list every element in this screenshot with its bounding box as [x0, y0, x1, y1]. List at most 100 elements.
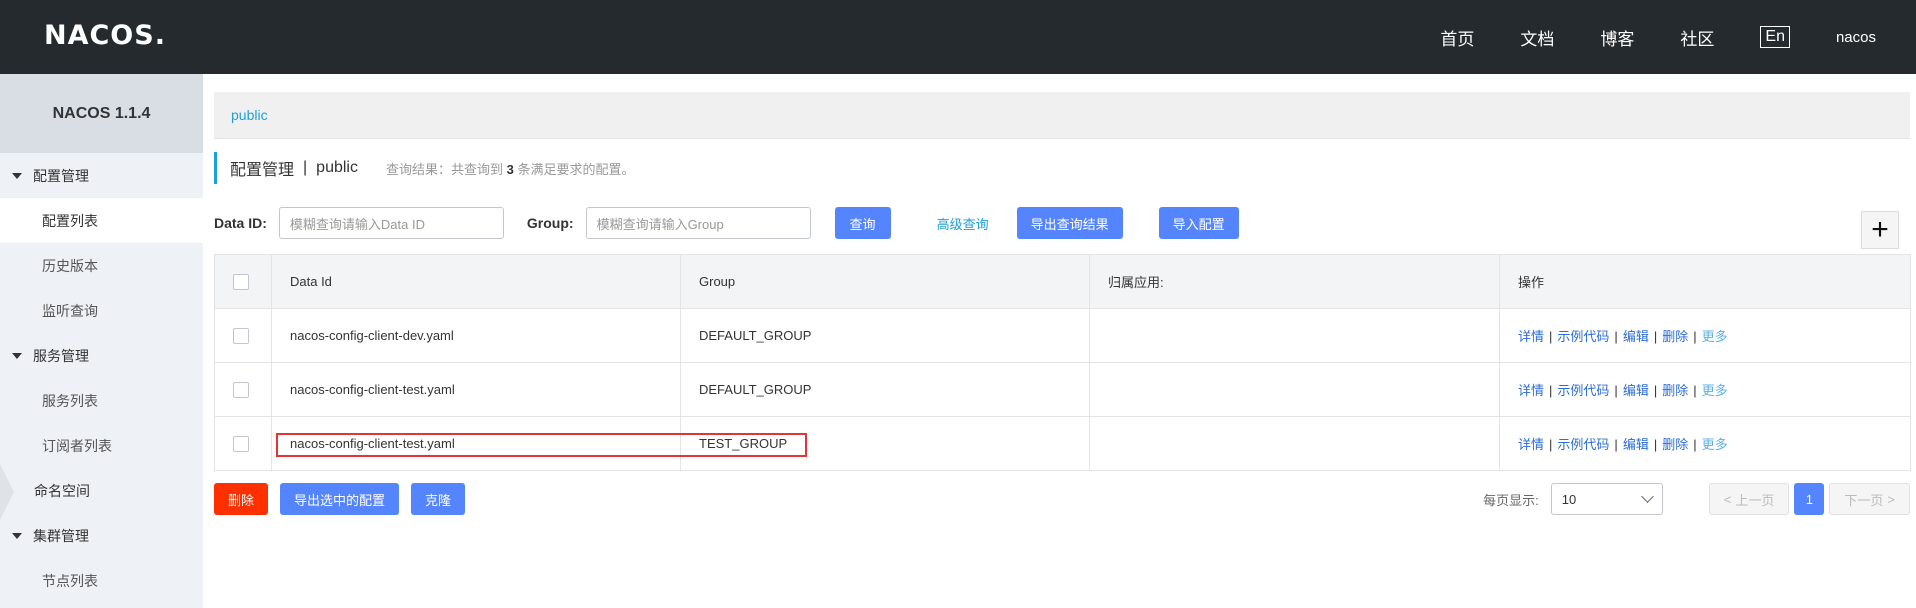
op-edit-link[interactable]: 编辑: [1623, 383, 1649, 398]
prev-page-button[interactable]: < 上一页: [1708, 483, 1790, 515]
pagination: 每页显示: 10 < 上一页 1 下一页 >: [1483, 483, 1910, 515]
chevron-down-icon: [1640, 490, 1654, 503]
sidebar-item-namespace[interactable]: 命名空间: [0, 468, 203, 513]
advanced-search-link[interactable]: 高级查询: [937, 214, 989, 233]
data-id-input[interactable]: 模糊查询请输入Data ID: [278, 207, 504, 239]
page-number-current[interactable]: 1: [1794, 483, 1825, 515]
top-nav: 首页 文档 博客 社区 En nacos: [1394, 0, 1876, 74]
cell-group: DEFAULT_GROUP: [680, 362, 1090, 417]
nav-blog[interactable]: 博客: [1600, 25, 1634, 50]
menu-group-service[interactable]: 服务管理: [0, 333, 203, 378]
search-button[interactable]: 查询: [834, 207, 891, 239]
cell-data-id: nacos-config-client-dev.yaml: [271, 308, 681, 363]
nacos-logo[interactable]: NACOS.: [44, 20, 166, 51]
op-more-link[interactable]: 更多: [1702, 437, 1728, 452]
export-results-button[interactable]: 导出查询结果: [1016, 207, 1123, 239]
page-size-value: 10: [1561, 491, 1577, 507]
next-page-button[interactable]: 下一页 >: [1829, 483, 1910, 515]
sidebar-item-config-list[interactable]: 配置列表: [0, 198, 203, 243]
caret-down-icon: [12, 172, 22, 179]
sidebar-item-subscribers[interactable]: 订阅者列表: [0, 423, 203, 468]
row-checkbox[interactable]: [233, 327, 249, 344]
import-config-button[interactable]: 导入配置: [1158, 207, 1239, 239]
sidebar-collapse-tab[interactable]: [0, 464, 14, 520]
op-more-link[interactable]: 更多: [1702, 329, 1728, 344]
menu-group-config[interactable]: 配置管理: [0, 153, 203, 198]
language-toggle[interactable]: En: [1760, 26, 1790, 48]
op-edit-link[interactable]: 编辑: [1623, 329, 1649, 344]
user-menu[interactable]: nacos: [1836, 29, 1876, 46]
batch-actions: 删除 导出选中的配置 克隆: [214, 483, 466, 515]
hint-suffix: 条满足要求的配置。: [517, 161, 635, 177]
sidebar: NACOS 1.1.4 配置管理 配置列表 历史版本 监听查询 服务管理 服务列…: [0, 74, 203, 608]
namespace-public-link[interactable]: public: [231, 107, 268, 123]
row-checkbox[interactable]: [233, 435, 249, 452]
op-delete-link[interactable]: 删除: [1662, 383, 1688, 398]
cell-group: DEFAULT_GROUP: [680, 308, 1090, 363]
page-title-main: 配置管理: [230, 162, 295, 179]
top-bar: NACOS. 首页 文档 博客 社区 En nacos: [0, 0, 1916, 74]
op-details-link[interactable]: 详情: [1518, 383, 1544, 398]
config-table: Data Id Group 归属应用: 操作 nacos-config-clie…: [214, 254, 1911, 471]
sidebar-item-history[interactable]: 历史版本: [0, 243, 203, 288]
column-header: Group: [680, 254, 1090, 309]
op-sample-code-link[interactable]: 示例代码: [1557, 329, 1609, 344]
page-size-select[interactable]: 10: [1550, 483, 1663, 515]
cell-app: [1089, 416, 1500, 471]
hint-count: 3: [506, 161, 514, 177]
cell-operations: 详情 | 示例代码 | 编辑 | 删除 | 更多: [1499, 416, 1911, 471]
op-sample-code-link[interactable]: 示例代码: [1557, 437, 1609, 452]
group-input[interactable]: 模糊查询请输入Group: [585, 207, 811, 239]
menu-group-label: 集群管理: [33, 527, 89, 544]
group-label: Group:: [526, 215, 574, 231]
row-select-cell: [214, 416, 272, 471]
chevron-left-icon: <: [1723, 491, 1732, 507]
page-title: 配置管理 | public 查询结果：共查询到 3 条满足要求的配置。: [214, 152, 635, 184]
batch-delete-button[interactable]: 删除: [214, 483, 269, 515]
row-checkbox[interactable]: [233, 381, 249, 398]
table-header-row: Data Id Group 归属应用: 操作: [214, 254, 1911, 309]
cell-app: [1089, 308, 1500, 363]
sidebar-item-service-list[interactable]: 服务列表: [0, 378, 203, 423]
cell-data-id: nacos-config-client-test.yaml: [271, 416, 681, 471]
data-id-label: Data ID:: [214, 215, 267, 231]
nav-home[interactable]: 首页: [1440, 25, 1474, 50]
op-more-link[interactable]: 更多: [1702, 383, 1728, 398]
clone-button[interactable]: 克隆: [411, 483, 466, 515]
page-title-namespace: public: [316, 159, 358, 176]
column-header: Data Id: [271, 254, 681, 309]
row-select-cell: [214, 362, 272, 417]
column-header: 操作: [1499, 254, 1911, 309]
nav-docs[interactable]: 文档: [1520, 25, 1554, 50]
op-sample-code-link[interactable]: 示例代码: [1557, 383, 1609, 398]
chevron-right-icon: >: [1887, 491, 1895, 507]
table-row: nacos-config-client-dev.yaml DEFAULT_GRO…: [214, 308, 1911, 363]
cell-data-id: nacos-config-client-test.yaml: [271, 362, 681, 417]
cell-app: [1089, 362, 1500, 417]
menu-group-cluster[interactable]: 集群管理: [0, 513, 203, 558]
table-row: nacos-config-client-test.yaml DEFAULT_GR…: [214, 362, 1911, 417]
plus-icon[interactable]: +: [1861, 211, 1899, 249]
hint-prefix: 查询结果：共查询到: [385, 161, 503, 177]
caret-down-icon: [12, 352, 22, 359]
caret-down-icon: [12, 532, 22, 539]
prev-label: 上一页: [1735, 492, 1775, 508]
op-delete-link[interactable]: 删除: [1662, 329, 1688, 344]
op-details-link[interactable]: 详情: [1518, 437, 1544, 452]
query-result-hint: 查询结果：共查询到 3 条满足要求的配置。: [386, 159, 635, 178]
op-delete-link[interactable]: 删除: [1662, 437, 1688, 452]
select-all-checkbox[interactable]: [233, 273, 249, 290]
op-details-link[interactable]: 详情: [1518, 329, 1544, 344]
select-all-cell: [214, 254, 272, 309]
export-selected-button[interactable]: 导出选中的配置: [280, 483, 400, 515]
table-row: nacos-config-client-test.yaml TEST_GROUP…: [214, 416, 1911, 471]
row-select-cell: [214, 308, 272, 363]
cell-group: TEST_GROUP: [680, 416, 1090, 471]
nav-community[interactable]: 社区: [1680, 25, 1714, 50]
page-size-label: 每页显示:: [1483, 492, 1539, 508]
op-edit-link[interactable]: 编辑: [1623, 437, 1649, 452]
menu-group-label: 配置管理: [33, 167, 89, 184]
sidebar-item-node-list[interactable]: 节点列表: [0, 558, 203, 603]
cell-operations: 详情 | 示例代码 | 编辑 | 删除 | 更多: [1499, 362, 1911, 417]
sidebar-item-listener-query[interactable]: 监听查询: [0, 288, 203, 333]
